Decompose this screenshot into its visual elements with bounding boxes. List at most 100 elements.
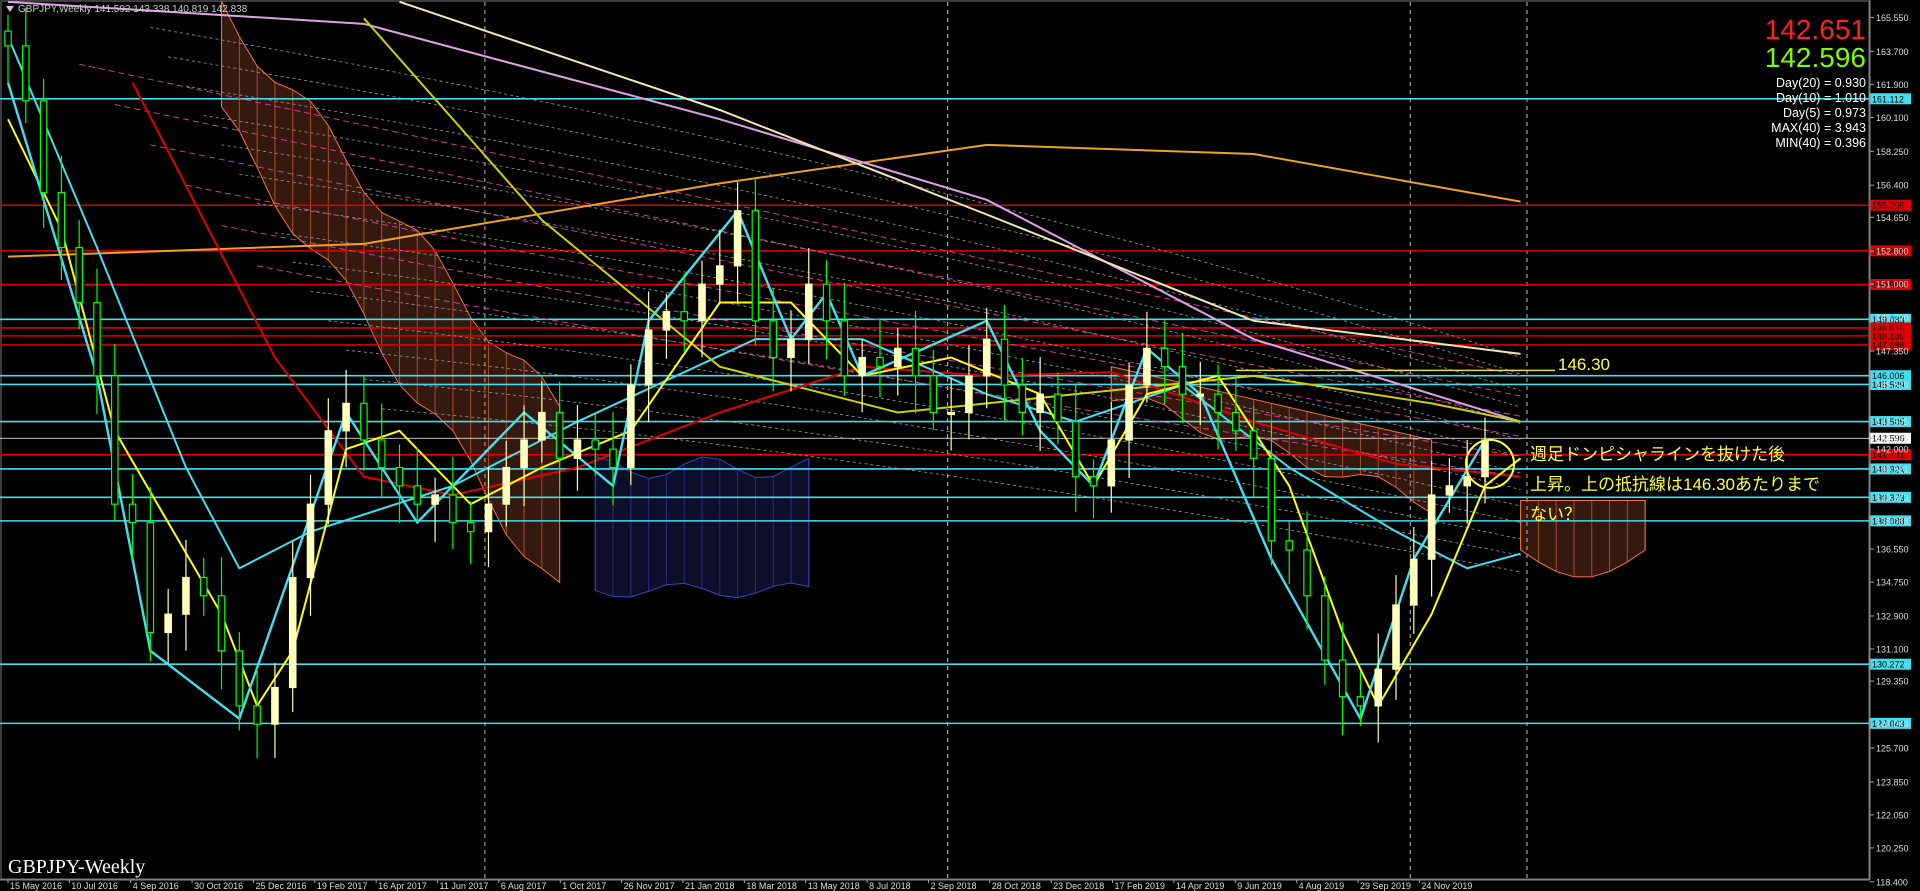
price-tick-label: 123.850 [1876,777,1909,787]
candle-bull [1143,347,1151,386]
candle-bull [947,411,955,416]
chart-header[interactable]: GBPJPY,Weekly 141.592 143.338 140.819 14… [6,4,247,15]
candle-bear [1303,549,1311,597]
candle-bear [1018,384,1027,414]
level-label: 155.305 [1872,201,1905,211]
stat-line: Day(5) = 0.973 [1782,106,1866,120]
candle-bear [1071,421,1080,478]
candle-bear [1214,393,1222,414]
price-tick-label: 161.900 [1876,80,1909,90]
candle-bear [395,466,404,487]
time-tick-label: 9 Jun 2019 [1237,881,1282,891]
time-tick-label: 28 Oct 2018 [992,881,1041,891]
candle-bear [235,650,244,707]
price-tick-label: 131.100 [1876,645,1909,655]
candle-bear [128,503,137,524]
candle-bear [1054,393,1062,423]
candle-bull [484,503,493,533]
candle-bear [591,439,600,450]
candle-bear [377,439,386,469]
level-annotation: 146.30 [1558,355,1610,374]
time-tick-label: 25 Dec 2016 [255,881,306,891]
time-tick-label: 1 Oct 2017 [562,881,606,891]
candle-bear [75,246,83,304]
price-tick-label: 134.750 [1876,578,1909,588]
candle-bull [324,430,333,505]
candle-bull [1036,393,1044,414]
time-tick-label: 19 Feb 2017 [317,881,368,891]
price-tick-label: 165.550 [1876,13,1909,23]
candle-bear [449,494,457,524]
candle-bull [271,686,279,725]
candle-bull [858,356,866,377]
candle-bear [769,320,777,359]
candle-bear [929,375,938,414]
candle-bull [662,311,671,331]
price-tick-label: 138.088 [1876,516,1909,526]
level-label: 130.272 [1872,660,1905,670]
price-tick-label: 151.000 [1876,280,1909,290]
candle-bear [911,347,920,377]
price-tick-label: 163.700 [1876,47,1909,57]
candle-bear [609,448,617,469]
chevron-down-icon[interactable] [6,6,14,13]
candle-bear [1000,338,1009,386]
candle-bull [1107,439,1116,487]
candle-bull [164,613,172,634]
ask-price: 142.596 [1764,42,1866,73]
candle-bull [893,347,902,368]
price-tick-label: 142.000 [1876,445,1909,455]
price-tick-label: 122.050 [1876,810,1909,820]
candle-bull [520,439,528,469]
stat-line: MAX(40) = 3.943 [1771,121,1866,135]
level-label: 161.112 [1872,94,1904,104]
candle-bear [146,521,155,634]
stat-line: Day(10) = 1.010 [1776,91,1866,105]
time-tick-label: 13 May 2018 [808,881,860,891]
price-tick-label: 147.350 [1876,347,1909,357]
candle-bull [1196,393,1205,397]
candle-bull [698,283,706,322]
price-tick-label: 140.921 [1876,464,1909,474]
candle-bull [1410,558,1418,606]
time-axis: 15 May 2016 10 Jul 2016 4 Sep 2016 30 Oct 2… [0,879,1870,891]
stats-panel: Day(20) = 0.930 Day(10) = 1.010 Day(5) =… [1771,76,1866,151]
stat-line: MIN(40) = 0.396 [1775,136,1866,150]
candle-bull [733,210,742,267]
candle-bull [288,576,297,689]
candle-bear [110,375,119,505]
candle-bear [4,30,12,47]
candle-bear [413,485,422,505]
candle-bear [822,283,831,322]
candle-bear [217,595,226,652]
note-line-2: 上昇。上の抵抗線は146.30あたりまで [1530,475,1820,494]
candle-bear [876,356,884,368]
candle-bear [1338,659,1347,698]
candle-bull [342,402,350,432]
time-tick-label: 21 Jan 2018 [685,881,735,891]
candle-bull [431,494,439,505]
candle-bull [1374,668,1383,707]
time-tick-label: 4 Sep 2016 [133,881,179,891]
time-tick-label: 8 Jul 2018 [869,881,911,891]
note-line-3: ない？ [1530,505,1581,524]
time-tick-label: 30 Oct 2016 [194,881,243,891]
time-tick-label: 18 Mar 2018 [746,881,797,891]
symbol-line: GBPJPY,Weekly 141.592 143.338 140.819 14… [18,4,248,15]
candle-bear [1249,430,1258,459]
candle-bear [840,320,849,377]
time-tick-label: 16 Apr 2017 [378,881,427,891]
candle-bull [538,411,546,441]
time-tick-label: 15 May 2016 [10,881,62,891]
time-tick-label: 4 Aug 2019 [1299,881,1345,891]
price-axis: 161.112155.305152.816150.981149.083148.6… [1869,0,1911,887]
candle-bull [306,503,315,579]
candle-bull [982,338,991,377]
price-tick-label: 132.900 [1876,612,1909,622]
candle-bull [1125,384,1133,441]
candle-bull [573,439,582,459]
price-tick-label: 156.400 [1876,181,1909,191]
price-tick-label: 125.700 [1876,744,1909,754]
candle-bear [1356,696,1365,707]
time-tick-label: 17 Feb 2019 [1115,881,1166,891]
